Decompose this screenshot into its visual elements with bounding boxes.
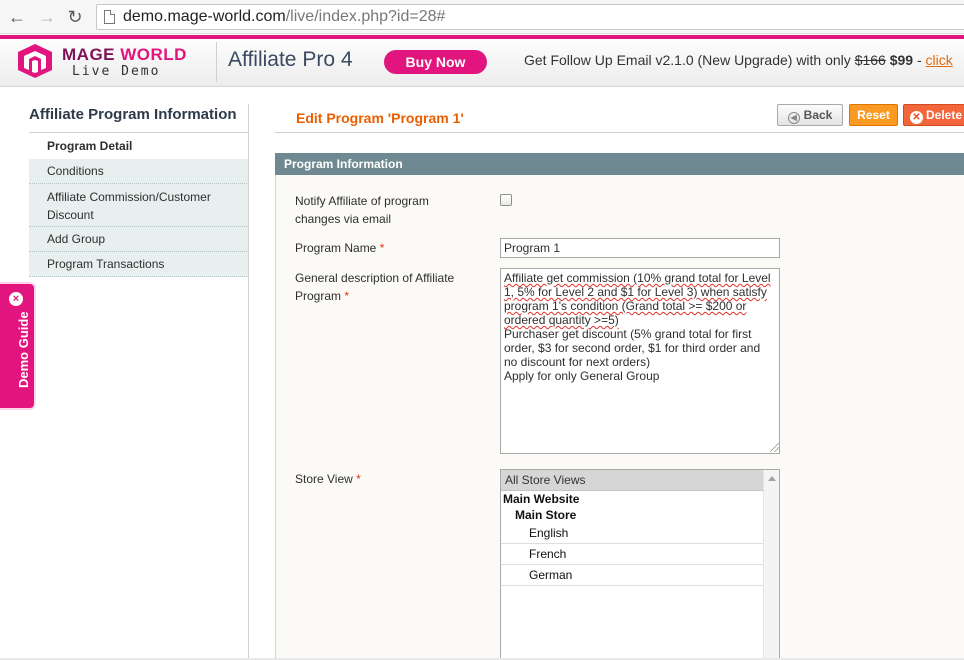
sidebar-item-conditions[interactable]: Conditions — [29, 159, 249, 184]
program-name-label: Program Name * — [295, 239, 384, 257]
required-mark: * — [344, 289, 350, 303]
page-icon — [104, 10, 115, 24]
address-bar[interactable]: demo.mage-world.com/live/index.php?id=28… — [96, 4, 964, 30]
logo-word-world: WORLD — [120, 45, 187, 64]
description-line: program 1's condition (Grand total >= $2… — [504, 299, 747, 313]
product-name: Affiliate Pro 4 — [228, 48, 353, 71]
store-option-english[interactable]: English — [501, 523, 779, 544]
promo-separator: - — [913, 52, 926, 68]
store-option-german[interactable]: German — [501, 565, 779, 586]
buy-now-button[interactable]: Buy Now — [384, 50, 487, 74]
description-line: 1, 5% for Level 2 and $1 for Level 3) wh… — [504, 285, 767, 299]
mage-world-logo-icon[interactable] — [16, 42, 54, 80]
promo-new-price: $99 — [889, 52, 914, 68]
description-line: Affiliate get commission (10% grand tota… — [504, 271, 771, 285]
browser-toolbar: ← → ↻ demo.mage-world.com/live/index.php… — [0, 0, 964, 34]
sidebar-item-commission-discount[interactable]: Affiliate Commission/Customer Discount — [29, 184, 249, 227]
back-arrow-icon[interactable]: ← — [6, 6, 28, 28]
store-group-store: Main Store — [515, 508, 577, 522]
delete-x-icon: ✕ — [910, 111, 923, 124]
description-line: Purchaser get discount (5% grand total f… — [504, 327, 752, 341]
store-view-label-text: Store View — [295, 472, 353, 486]
textarea-resize-handle[interactable] — [770, 443, 779, 452]
store-option-all[interactable]: All Store Views — [501, 470, 763, 491]
promo-link[interactable]: click — [926, 52, 953, 68]
required-mark: * — [379, 241, 385, 255]
heading-divider — [275, 132, 964, 133]
store-view-multiselect[interactable]: All Store Views Main Website Main Store … — [500, 469, 780, 660]
logo-word-mage: MAGE — [62, 45, 115, 64]
promo-message: Get Follow Up Email v2.1.0 (New Upgrade)… — [524, 52, 855, 68]
description-label-line1: General description of Affiliate — [295, 271, 455, 285]
url-path: /live/index.php?id=28# — [285, 8, 446, 25]
demo-guide-label: Demo Guide — [16, 311, 31, 388]
url-text: demo.mage-world.com/live/index.php?id=28… — [123, 8, 445, 26]
description-line: order, $3 for second order, $1 for third… — [504, 341, 761, 355]
back-button-label: Back — [803, 108, 833, 122]
store-group-website: Main Website — [503, 492, 580, 506]
delete-button[interactable]: ✕ Delete — [903, 104, 964, 126]
description-label-line2: Program — [295, 289, 342, 303]
sidebar-item-program-transactions[interactable]: Program Transactions — [29, 252, 249, 277]
notify-label: Notify Affiliate of program changes via e… — [295, 192, 429, 228]
logo-subtitle: Live Demo — [72, 64, 161, 79]
back-button[interactable]: ◀ Back — [777, 104, 843, 126]
sidebar-item-program-detail[interactable]: Program Detail — [29, 134, 249, 159]
description-line: Apply for only General Group — [504, 369, 660, 383]
sidebar-title: Affiliate Program Information — [29, 106, 237, 123]
promo-old-price: $166 — [854, 52, 886, 68]
sidebar-title-divider — [29, 132, 248, 133]
sidebar-item-add-group[interactable]: Add Group — [29, 227, 249, 252]
promo-text: Get Follow Up Email v2.1.0 (New Upgrade)… — [524, 52, 953, 68]
url-host: demo.mage-world.com — [123, 8, 286, 25]
sidebar-tabs: Program Detail Conditions Affiliate Comm… — [29, 134, 249, 277]
required-mark: * — [356, 472, 361, 486]
header-divider — [216, 42, 217, 82]
notify-checkbox[interactable] — [500, 194, 512, 206]
forward-arrow-icon[interactable]: → — [36, 6, 58, 28]
store-view-label: Store View * — [295, 470, 361, 488]
sidebar-divider — [248, 104, 249, 660]
banner-accent-line — [0, 35, 964, 39]
logo-text[interactable]: MAGE WORLD — [62, 45, 187, 65]
notify-label-line2: changes via email — [295, 212, 392, 226]
notify-label-line1: Notify Affiliate of program — [295, 194, 429, 208]
close-icon[interactable]: × — [9, 292, 23, 306]
store-option-french[interactable]: French — [501, 544, 779, 565]
description-textarea[interactable]: Affiliate get commission (10% grand tota… — [500, 268, 780, 454]
reset-button[interactable]: Reset — [849, 104, 898, 126]
demo-guide-tab[interactable]: × Demo Guide — [0, 282, 36, 410]
program-name-label-text: Program Name — [295, 241, 377, 255]
section-header: Program Information — [275, 153, 964, 175]
page-title: Edit Program 'Program 1' — [296, 110, 464, 126]
scroll-up-arrow-icon[interactable] — [768, 476, 776, 481]
program-name-input[interactable] — [500, 238, 780, 258]
back-arrow-circle-icon: ◀ — [787, 112, 800, 124]
description-line: ordered quantity >=5) — [504, 313, 619, 327]
description-label: General description of Affiliate Program … — [295, 269, 454, 305]
reload-icon[interactable]: ↻ — [64, 6, 86, 28]
description-line: no discount for next orders) — [504, 355, 651, 369]
delete-button-label: Delete — [926, 108, 963, 122]
multiselect-scrollbar[interactable] — [763, 470, 779, 659]
